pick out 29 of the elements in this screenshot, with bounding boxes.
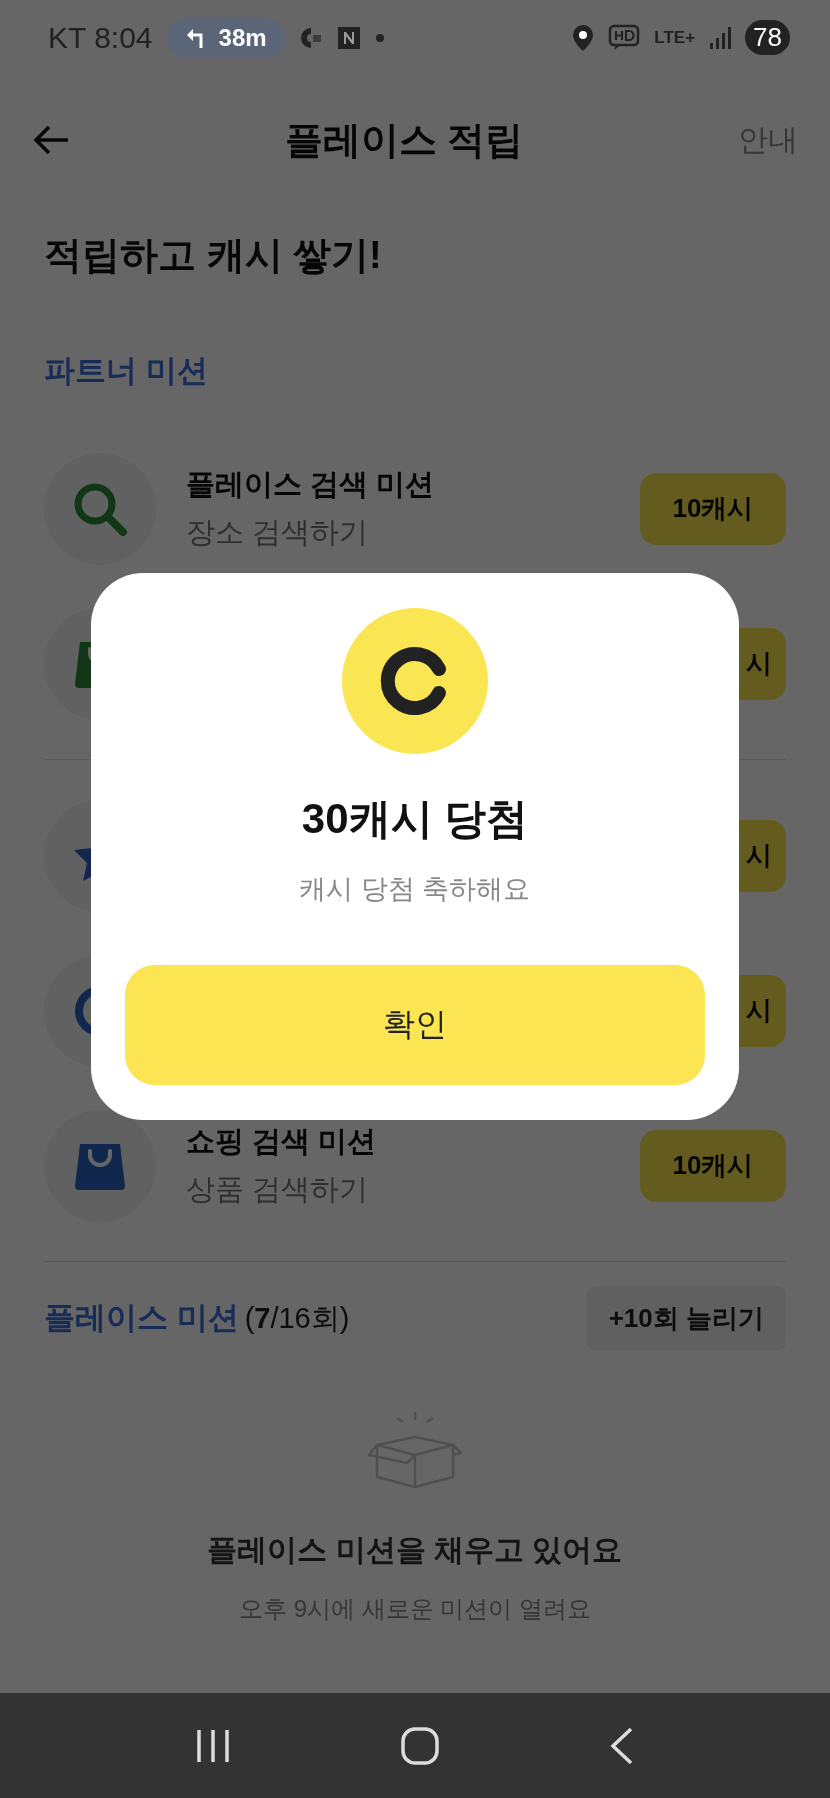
dialog-message: 캐시 당첨 축하해요: [299, 873, 531, 906]
hero-title: 적립하고 캐시 쌓기!: [44, 232, 382, 278]
recent-apps-icon[interactable]: [195, 1727, 230, 1764]
section-title: 플레이스 미션: [44, 1299, 239, 1337]
distance-text: 38m: [218, 23, 267, 52]
network-type: LTE+: [654, 27, 696, 48]
coin-icon: [341, 607, 489, 755]
signal-icon: [709, 25, 732, 50]
battery-indicator: 78: [745, 20, 790, 55]
home-icon[interactable]: [401, 1726, 439, 1765]
reward-button[interactable]: 10캐시: [640, 1129, 786, 1202]
reward-button[interactable]: 10캐시: [640, 472, 786, 545]
extend-button[interactable]: +10회 늘리기: [586, 1286, 786, 1350]
back-arrow-icon[interactable]: [32, 124, 70, 156]
dialog-title: 30캐시 당첨: [301, 794, 529, 844]
mission-title: 쇼핑 검색 미션: [186, 1123, 378, 1159]
hd-call-icon: [608, 23, 641, 52]
dot-icon: [374, 32, 385, 43]
empty-title: 플레이스 미션을 채우고 있어요: [207, 1532, 623, 1568]
app-icon: [336, 25, 361, 50]
carrier-time: KT 8:04: [48, 20, 153, 55]
page-title: 플레이스 적립: [284, 117, 524, 163]
app-icon: [298, 25, 323, 50]
mission-count: (7/16회): [244, 1301, 350, 1336]
location-icon: [572, 23, 595, 52]
section-title: 파트너 미션: [44, 352, 208, 390]
back-icon[interactable]: [610, 1726, 635, 1765]
confirm-button[interactable]: 확인: [125, 965, 705, 1085]
mission-title: 플레이스 검색 미션: [186, 466, 436, 502]
